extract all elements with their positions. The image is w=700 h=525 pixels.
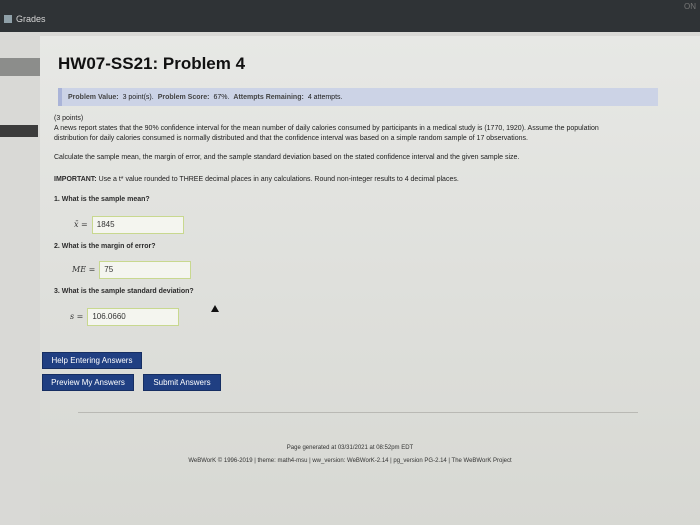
submit-answers-button[interactable]: Submit Answers <box>143 374 221 391</box>
attempts-remaining: 4 attempts. <box>307 93 343 101</box>
browser-top-bar: Grades ON <box>0 0 700 32</box>
problem-score: 67%. <box>213 93 230 101</box>
help-entering-answers-button[interactable]: Help Entering Answers <box>42 352 142 369</box>
important-text: Use a t* value rounded to THREE decimal … <box>98 176 459 183</box>
sample-mean-input[interactable]: 1845 <box>91 216 184 234</box>
page-generated-text: Page generated at 03/31/2021 at 08:52pm … <box>286 445 414 451</box>
important-note: IMPORTANT: Use a t* value rounded to THR… <box>54 175 459 185</box>
problem-value: 3 point(s). <box>122 93 154 101</box>
problem-statement-line1: A news report states that the 90% confid… <box>54 125 599 132</box>
standard-deviation-input[interactable]: 106.0660 <box>87 308 180 326</box>
attempts-remaining-label: Attempts Remaining: <box>233 93 304 101</box>
margin-of-error-label: ME = <box>72 265 96 275</box>
corner-text: ON <box>684 2 696 11</box>
footer-divider <box>78 412 638 413</box>
problem-info-bar: Problem Value: 3 point(s). Problem Score… <box>58 88 658 106</box>
question-2: 2. What is the margin of error? <box>54 243 156 250</box>
page-title: HW07-SS21: Problem 4 <box>58 54 246 73</box>
problem-value-label: Problem Value: <box>68 93 119 101</box>
margin-of-error-input[interactable]: 75 <box>99 261 192 279</box>
grades-icon <box>4 15 12 23</box>
left-side-marker <box>0 125 38 137</box>
mouse-pointer-icon <box>211 305 219 312</box>
instruction-text: Calculate the sample mean, the margin of… <box>54 154 520 161</box>
sample-mean-row: x̄ = 1845 <box>74 216 184 234</box>
main-page: HW07-SS21: Problem 4 Problem Value: 3 po… <box>40 36 700 525</box>
margin-of-error-row: ME = 75 <box>72 261 192 279</box>
footer-credits: WeBWorK © 1996-2019 | theme: math4-msu |… <box>188 458 512 464</box>
left-side-panel <box>0 58 40 76</box>
standard-deviation-row: s = 106.0660 <box>70 308 180 326</box>
preview-my-answers-button[interactable]: Preview My Answers <box>42 374 134 391</box>
important-label: IMPORTANT: <box>54 176 97 183</box>
grades-tab-label: Grades <box>16 14 46 24</box>
sample-mean-label: x̄ = <box>74 220 88 230</box>
problem-body: (3 points) A news report states that the… <box>54 114 679 389</box>
points-text: (3 points) <box>54 115 84 122</box>
grades-tab[interactable]: Grades <box>0 12 46 26</box>
standard-deviation-label: s = <box>70 312 84 322</box>
question-1: 1. What is the sample mean? <box>54 196 150 203</box>
problem-statement-line2: distribution for daily calories consumed… <box>54 135 528 142</box>
question-3: 3. What is the sample standard deviation… <box>54 288 194 295</box>
problem-score-label: Problem Score: <box>157 93 210 101</box>
